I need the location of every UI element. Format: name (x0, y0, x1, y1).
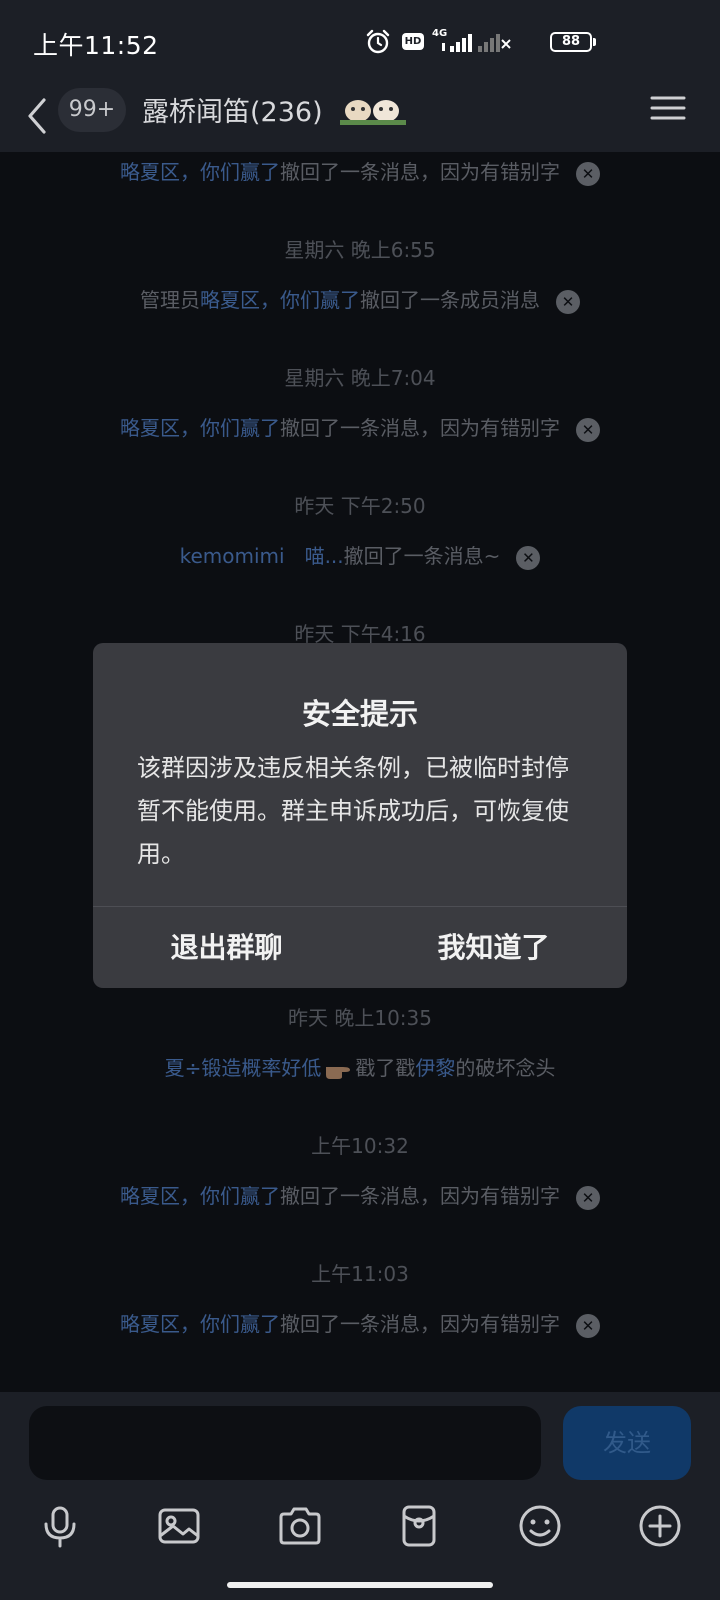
recall-text: 撤回了一条消息，因为有错别字 (280, 1312, 560, 1336)
timestamp: 星期六 晚上6:55 (284, 238, 436, 262)
recall-text: 撤回了一条成员消息 (360, 288, 540, 312)
camera-icon[interactable] (276, 1502, 324, 1550)
alarm-icon (366, 29, 390, 54)
status-bar: 上午11:52 HD 4G 88 (0, 0, 720, 80)
image-icon[interactable] (155, 1502, 203, 1550)
dialog-title: 安全提示 (301, 697, 418, 731)
unread-count-badge[interactable]: 99+ (58, 88, 126, 132)
recall-notice: 略夏区，你们赢了撤回了一条消息，因为有错别字 ✕ (0, 412, 720, 442)
send-button[interactable]: 发送 (563, 1406, 691, 1480)
recall-text: 撤回了一条消息~ (343, 544, 501, 568)
chat-screen: 上午11:52 HD 4G 88 99+ 露桥闻笛(236) 略夏区，你们赢了撤… (0, 0, 720, 1600)
home-indicator[interactable] (227, 1582, 493, 1588)
close-icon[interactable]: ✕ (576, 161, 600, 186)
close-icon[interactable]: ✕ (576, 1313, 600, 1338)
status-icons: HD 4G 88 (320, 0, 720, 80)
timestamp: 上午11:03 (311, 1262, 409, 1286)
signal-icon (442, 34, 472, 52)
emoji-icon[interactable] (516, 1502, 564, 1550)
mic-icon[interactable] (36, 1502, 84, 1550)
user-link[interactable]: kemomimi 喵... (180, 544, 344, 568)
battery-level: 88 (550, 32, 592, 52)
user-link[interactable]: 伊黎 (415, 1056, 455, 1080)
timestamp: 昨天 下午2:50 (294, 494, 426, 518)
red-packet-icon[interactable] (395, 1502, 443, 1550)
group-sticker-icon (340, 100, 406, 125)
recall-notice: 略夏区，你们赢了撤回了一条消息，因为有错别字 ✕ (0, 1308, 720, 1338)
chat-header: 99+ 露桥闻笛(236) (0, 80, 720, 152)
hd-badge: HD (402, 33, 424, 50)
timestamp: 上午10:32 (311, 1134, 409, 1158)
poke-notice: 夏÷锻造概率好低 戳了戳伊黎的破坏念头 (0, 1052, 720, 1081)
admin-prefix: 管理员 (140, 288, 200, 312)
message-input[interactable] (29, 1406, 541, 1480)
poke-text: 戳了戳 (355, 1056, 416, 1080)
close-icon[interactable]: ✕ (556, 289, 580, 314)
status-time: 上午11:52 (33, 31, 159, 60)
user-link[interactable]: 夏÷锻造概率好低 (165, 1056, 322, 1080)
recall-notice: 管理员略夏区，你们赢了撤回了一条成员消息 ✕ (0, 284, 720, 314)
plus-icon[interactable] (636, 1502, 684, 1550)
recall-notice: 略夏区，你们赢了撤回了一条消息，因为有错别字 ✕ (0, 156, 720, 186)
security-alert-dialog: 安全提示 该群因涉及违反相关条例，已被临时封停暂不能使用。群主申诉成功后，可恢复… (93, 643, 627, 988)
recall-text: 撤回了一条消息，因为有错别字 (280, 160, 560, 184)
recall-notice: kemomimi 喵...撤回了一条消息~ ✕ (0, 540, 720, 570)
user-link[interactable]: 略夏区，你们赢了 (120, 160, 280, 184)
timestamp: 星期六 晚上7:04 (284, 366, 436, 390)
user-link[interactable]: 略夏区，你们赢了 (120, 1184, 280, 1208)
group-title[interactable]: 露桥闻笛(236) (142, 90, 323, 129)
back-icon[interactable] (20, 86, 56, 146)
user-link[interactable]: 略夏区，你们赢了 (200, 288, 360, 312)
exit-group-button[interactable]: 退出群聊 (93, 907, 360, 988)
input-bar: 发送 (0, 1392, 720, 1600)
close-icon[interactable]: ✕ (576, 417, 600, 442)
user-link[interactable]: 略夏区，你们赢了 (120, 1312, 280, 1336)
pointing-hand-icon (326, 1066, 351, 1079)
user-link[interactable]: 略夏区，你们赢了 (120, 416, 280, 440)
poke-suffix: 的破坏念头 (455, 1056, 556, 1080)
recall-notice: 略夏区，你们赢了撤回了一条消息，因为有错别字 ✕ (0, 1180, 720, 1210)
close-icon[interactable]: ✕ (516, 545, 541, 570)
timestamp: 昨天 晚上10:35 (288, 1006, 432, 1030)
signal-secondary-icon (478, 34, 511, 52)
battery-tip (593, 38, 596, 46)
recall-text: 撤回了一条消息，因为有错别字 (280, 1184, 560, 1208)
recall-text: 撤回了一条消息，因为有错别字 (280, 416, 560, 440)
close-icon[interactable]: ✕ (576, 1185, 600, 1210)
menu-icon[interactable] (648, 90, 688, 126)
acknowledge-button[interactable]: 我知道了 (360, 907, 627, 988)
dialog-message: 该群因涉及违反相关条例，已被临时封停暂不能使用。群主申诉成功后，可恢复使用。 (137, 754, 569, 868)
